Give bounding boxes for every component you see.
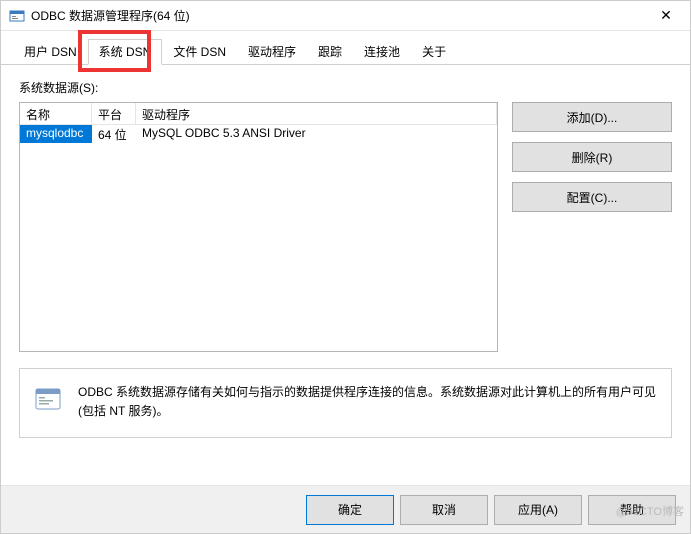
list-row[interactable]: mysqlodbc 64 位 MySQL ODBC 5.3 ANSI Drive… — [20, 125, 497, 143]
datasource-list[interactable]: 名称 平台 驱动程序 mysqlodbc 64 位 MySQL ODBC 5.3… — [19, 102, 498, 352]
list-header: 名称 平台 驱动程序 — [20, 103, 497, 125]
col-header-name[interactable]: 名称 — [20, 103, 92, 124]
cell-name: mysqlodbc — [20, 125, 92, 143]
info-box: ODBC 系统数据源存储有关如何与指示的数据提供程序连接的信息。系统数据源对此计… — [19, 368, 672, 438]
tab-strip: 用户 DSN 系统 DSN 文件 DSN 驱动程序 跟踪 连接池 关于 — [1, 37, 690, 65]
tab-system-dsn[interactable]: 系统 DSN — [88, 39, 163, 65]
info-text: ODBC 系统数据源存储有关如何与指示的数据提供程序连接的信息。系统数据源对此计… — [78, 383, 659, 421]
add-button[interactable]: 添加(D)... — [512, 102, 672, 132]
cell-driver: MySQL ODBC 5.3 ANSI Driver — [136, 125, 497, 143]
tab-content: 系统数据源(S): 名称 平台 驱动程序 mysqlodbc 64 位 MySQ… — [1, 65, 690, 438]
cell-platform: 64 位 — [92, 125, 136, 143]
col-header-driver[interactable]: 驱动程序 — [136, 103, 497, 124]
side-buttons: 添加(D)... 删除(R) 配置(C)... — [512, 102, 672, 352]
datasource-label: 系统数据源(S): — [19, 79, 672, 96]
remove-button[interactable]: 删除(R) — [512, 142, 672, 172]
close-button[interactable]: ✕ — [650, 2, 682, 30]
app-icon — [9, 8, 25, 24]
data-panel: 名称 平台 驱动程序 mysqlodbc 64 位 MySQL ODBC 5.3… — [19, 102, 672, 352]
titlebar: ODBC 数据源管理程序(64 位) ✕ — [1, 1, 690, 31]
tab-pooling[interactable]: 连接池 — [353, 39, 411, 65]
help-button[interactable]: 帮助 — [588, 495, 676, 525]
tab-drivers[interactable]: 驱动程序 — [237, 39, 307, 65]
window-title: ODBC 数据源管理程序(64 位) — [31, 7, 650, 24]
apply-button[interactable]: 应用(A) — [494, 495, 582, 525]
ok-button[interactable]: 确定 — [306, 495, 394, 525]
bottom-bar: 确定 取消 应用(A) 帮助 — [1, 485, 690, 533]
tab-tracing[interactable]: 跟踪 — [307, 39, 353, 65]
info-icon — [32, 383, 64, 415]
tab-about[interactable]: 关于 — [411, 39, 457, 65]
tab-file-dsn[interactable]: 文件 DSN — [162, 39, 237, 65]
configure-button[interactable]: 配置(C)... — [512, 182, 672, 212]
cancel-button[interactable]: 取消 — [400, 495, 488, 525]
col-header-platform[interactable]: 平台 — [92, 103, 136, 124]
tab-user-dsn[interactable]: 用户 DSN — [13, 39, 88, 65]
